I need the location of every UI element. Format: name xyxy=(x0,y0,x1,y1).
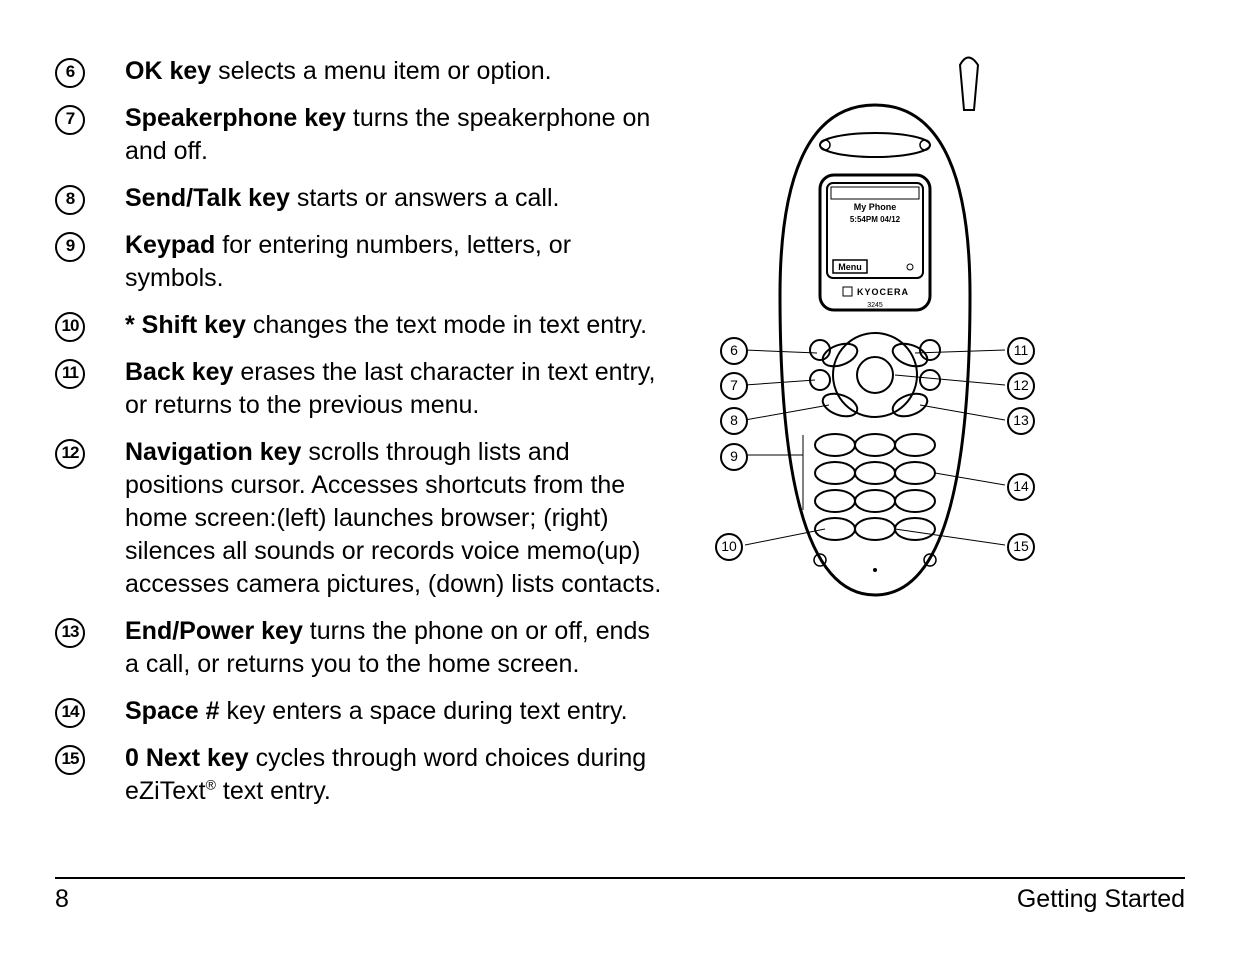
key-definitions-list: 6OK key selects a menu item or option.7S… xyxy=(55,55,665,822)
screen-line1: My Phone xyxy=(854,202,897,212)
callout-15: 15 xyxy=(1007,533,1035,561)
item-number: 6 xyxy=(55,55,125,88)
callout-10: 10 xyxy=(715,533,743,561)
item-number: 10 xyxy=(55,309,125,342)
definition-item: 7Speakerphone key turns the speakerphone… xyxy=(55,102,665,168)
item-description: * Shift key changes the text mode in tex… xyxy=(125,309,647,342)
callout-7: 7 xyxy=(720,372,748,400)
screen-brand: KYOCERA xyxy=(857,287,909,297)
phone-diagram: My Phone 5:54PM 04/12 Menu KYOCERA 3245 … xyxy=(665,55,1185,615)
definition-item: 11Back key erases the last character in … xyxy=(55,356,665,422)
item-number: 14 xyxy=(55,695,125,728)
definition-item: 9Keypad for entering numbers, letters, o… xyxy=(55,229,665,295)
item-description: Keypad for entering numbers, letters, or… xyxy=(125,229,665,295)
item-number: 7 xyxy=(55,102,125,135)
item-number: 9 xyxy=(55,229,125,262)
item-number: 12 xyxy=(55,436,125,469)
definition-item: 6OK key selects a menu item or option. xyxy=(55,55,665,88)
definition-item: 13End/Power key turns the phone on or of… xyxy=(55,615,665,681)
definition-item: 10* Shift key changes the text mode in t… xyxy=(55,309,665,342)
item-number: 11 xyxy=(55,356,125,389)
callout-8: 8 xyxy=(720,407,748,435)
item-description: Speakerphone key turns the speakerphone … xyxy=(125,102,665,168)
item-description: 0 Next key cycles through word choices d… xyxy=(125,742,665,808)
callout-12: 12 xyxy=(1007,372,1035,400)
item-number: 15 xyxy=(55,742,125,775)
section-title: Getting Started xyxy=(1017,885,1185,914)
callout-13: 13 xyxy=(1007,407,1035,435)
page-number: 8 xyxy=(55,885,69,914)
item-description: Back key erases the last character in te… xyxy=(125,356,665,422)
callout-14: 14 xyxy=(1007,473,1035,501)
definition-item: 12Navigation key scrolls through lists a… xyxy=(55,436,665,601)
item-description: Space # key enters a space during text e… xyxy=(125,695,628,728)
screen-line2: 5:54PM 04/12 xyxy=(850,215,901,224)
item-description: OK key selects a menu item or option. xyxy=(125,55,552,88)
screen-model: 3245 xyxy=(867,302,883,309)
definition-item: 150 Next key cycles through word choices… xyxy=(55,742,665,808)
item-description: Send/Talk key starts or answers a call. xyxy=(125,182,559,215)
screen-menu: Menu xyxy=(838,262,862,272)
callout-9: 9 xyxy=(720,443,748,471)
phone-illustration: My Phone 5:54PM 04/12 Menu KYOCERA 3245 xyxy=(745,55,1005,615)
definition-item: 8Send/Talk key starts or answers a call. xyxy=(55,182,665,215)
item-number: 8 xyxy=(55,182,125,215)
item-description: End/Power key turns the phone on or off,… xyxy=(125,615,665,681)
definition-item: 14Space # key enters a space during text… xyxy=(55,695,665,728)
item-number: 13 xyxy=(55,615,125,648)
callout-6: 6 xyxy=(720,337,748,365)
page-footer: 8 Getting Started xyxy=(55,877,1185,914)
item-description: Navigation key scrolls through lists and… xyxy=(125,436,665,601)
callout-11: 11 xyxy=(1007,337,1035,365)
